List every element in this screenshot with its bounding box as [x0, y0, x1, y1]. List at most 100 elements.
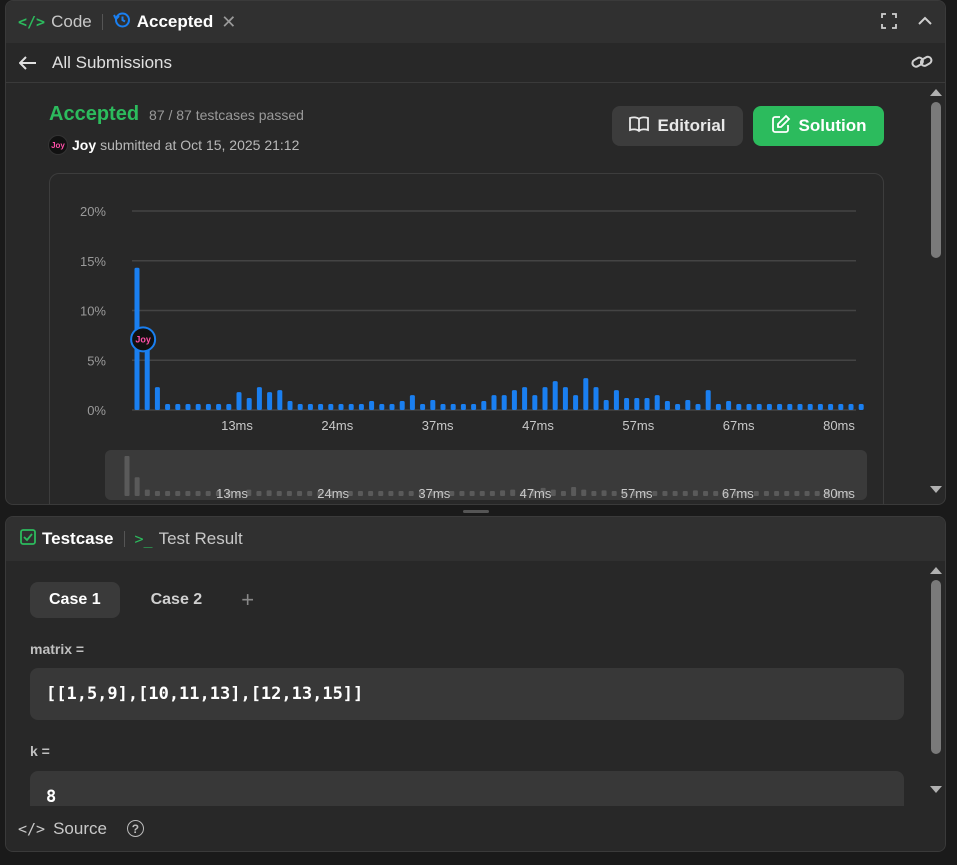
chart-bar	[807, 404, 813, 410]
overview-bar	[763, 491, 769, 496]
tab-divider	[123, 531, 125, 547]
close-icon[interactable]: ✕	[221, 12, 236, 33]
chart-bar	[226, 404, 232, 410]
solution-button[interactable]: Solution	[753, 106, 884, 146]
chart-bar	[715, 404, 721, 410]
link-icon[interactable]	[911, 53, 933, 76]
overview-bar	[672, 491, 678, 496]
add-case-button[interactable]: +	[241, 587, 254, 613]
overview-bar	[266, 490, 272, 496]
chart-bar	[562, 387, 568, 410]
chart-bar	[318, 404, 324, 410]
matrix-input[interactable]: [[1,5,9],[10,11,13],[12,13,15]]	[30, 668, 904, 720]
testcases-passed: 87 / 87 testcases passed	[149, 107, 304, 123]
overview-bar	[154, 491, 160, 496]
chart-bar	[787, 404, 793, 410]
overview-bar	[378, 491, 384, 496]
chart-bar	[664, 401, 670, 410]
chevron-up-icon[interactable]	[915, 11, 935, 31]
overview-bar	[276, 491, 282, 496]
submission-panel: </> Code Accepted ✕ All Submissions Acce…	[5, 0, 946, 505]
tab-test-result[interactable]: >_ Test Result	[135, 529, 243, 549]
x-tick-label: 24ms	[321, 418, 353, 433]
overview-bar	[388, 491, 394, 496]
x-tick-label: 47ms	[522, 418, 554, 433]
avatar[interactable]: Joy	[48, 135, 68, 155]
checkbox-icon	[20, 528, 36, 550]
chart-bar	[297, 404, 303, 410]
all-submissions-link[interactable]: All Submissions	[52, 53, 172, 73]
tab-accepted[interactable]: Accepted	[112, 11, 213, 34]
chart-bar	[175, 404, 181, 410]
y-tick-label: 5%	[87, 353, 106, 368]
y-tick-label: 10%	[80, 304, 106, 319]
tab-code[interactable]: </> Code	[18, 12, 92, 32]
username-link[interactable]: Joy	[72, 137, 96, 153]
overview-tick-label: 67ms	[722, 486, 754, 501]
chart-bar	[644, 398, 650, 410]
chart-bar	[552, 381, 558, 410]
source-button[interactable]: Source	[53, 819, 107, 839]
overview-bar	[297, 491, 303, 496]
overview-bar	[774, 491, 780, 496]
case-1-tab[interactable]: Case 1	[30, 582, 120, 618]
x-tick-label: 13ms	[221, 418, 253, 433]
overview-bar	[652, 491, 658, 496]
chart-bar	[450, 404, 456, 410]
book-icon	[629, 115, 650, 138]
chart-bar	[695, 404, 701, 410]
y-tick-label: 20%	[80, 204, 106, 219]
overview-bar	[611, 491, 617, 496]
overview-bar	[601, 490, 607, 496]
overview-bar	[489, 491, 495, 496]
overview-tick-label: 57ms	[621, 486, 653, 501]
editorial-button[interactable]: Editorial	[612, 106, 743, 146]
overview-bar	[134, 477, 140, 496]
chart-bar	[287, 401, 293, 410]
scroll-up-icon[interactable]	[930, 89, 942, 96]
tab-code-label: Code	[51, 12, 92, 31]
overview-bar	[682, 491, 688, 496]
chart-bar	[277, 390, 283, 410]
help-icon[interactable]: ?	[126, 820, 144, 837]
chart-bar	[389, 404, 395, 410]
scroll-thumb[interactable]	[931, 102, 941, 258]
tab-divider	[101, 14, 103, 30]
chart-bar	[154, 387, 160, 410]
footer-bar: </> Source ?	[6, 806, 945, 851]
chart-bar	[328, 404, 334, 410]
editor-tabbar: </> Code Accepted ✕	[6, 1, 945, 43]
chart-bar	[828, 404, 834, 410]
overview-tick-label: 37ms	[418, 486, 450, 501]
scroll-up-icon[interactable]	[930, 567, 942, 574]
top-scrollbar[interactable]	[929, 89, 943, 501]
tab-testcase[interactable]: Testcase	[20, 528, 114, 550]
chart-bar	[460, 404, 466, 410]
chart-bar	[654, 395, 660, 410]
terminal-icon: >_	[134, 530, 153, 548]
chart-bar	[675, 404, 681, 410]
solution-label: Solution	[798, 116, 867, 135]
bottom-scrollbar[interactable]	[929, 567, 943, 807]
overview-bar	[479, 491, 485, 496]
arrow-left-icon[interactable]	[16, 51, 40, 75]
scroll-down-icon[interactable]	[930, 786, 942, 793]
overview-bar	[144, 489, 150, 496]
scroll-thumb[interactable]	[931, 580, 941, 754]
case-2-tab[interactable]: Case 2	[132, 582, 222, 618]
submission-status: Accepted 87 / 87 testcases passed	[49, 103, 304, 126]
scroll-down-icon[interactable]	[930, 486, 942, 493]
chart-bar	[522, 387, 528, 410]
chart-bar	[491, 395, 497, 410]
fullscreen-icon[interactable]	[879, 11, 899, 31]
matrix-label: matrix =	[30, 641, 85, 657]
chart-bar	[471, 404, 477, 410]
overview-tick-label: 47ms	[520, 486, 552, 501]
overview-bar	[459, 491, 465, 496]
resize-handle[interactable]	[463, 510, 489, 513]
chart-bar	[634, 398, 640, 410]
overview-bar	[692, 490, 698, 496]
chart-bar	[216, 404, 222, 410]
tab-testcase-label: Testcase	[42, 529, 114, 548]
chart-bar	[267, 392, 273, 410]
